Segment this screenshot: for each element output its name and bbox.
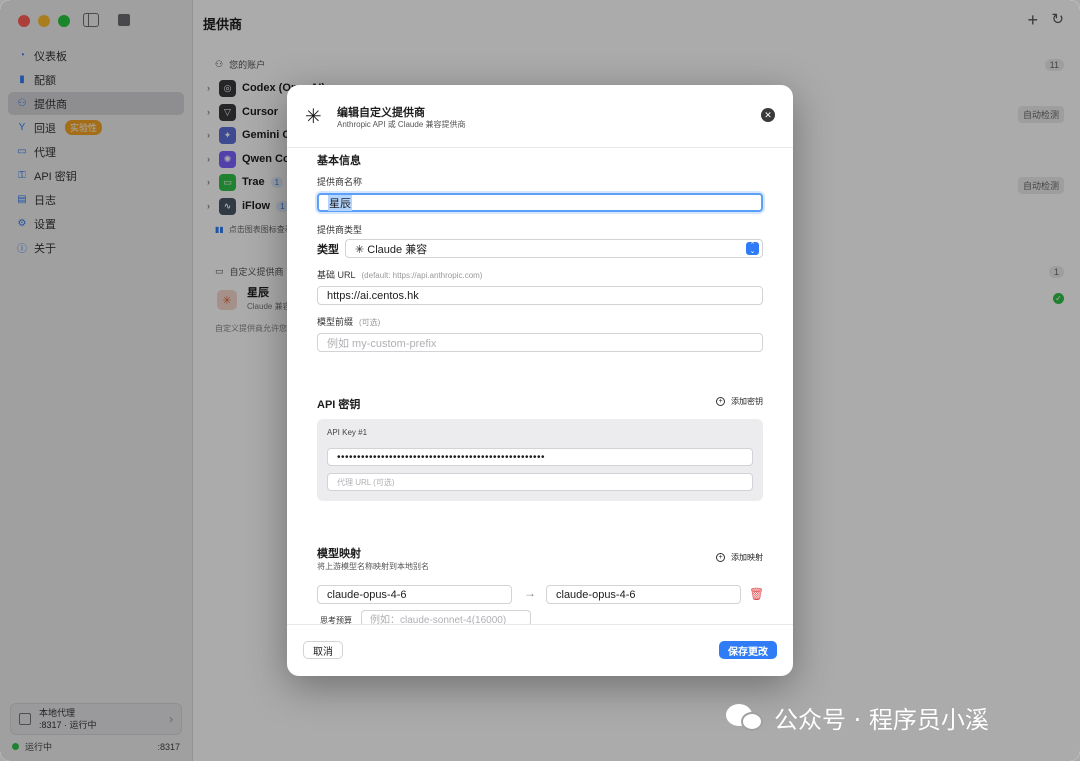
- plus-circle-icon: +: [716, 397, 725, 406]
- type-prefix: 类型: [317, 244, 339, 256]
- provider-type-select[interactable]: ✳ Claude 兼容 ⌃ ⌄: [345, 239, 763, 258]
- mapping-to-input[interactable]: claude-opus-4-6: [546, 585, 741, 604]
- base-url-label: 基础 URL (default: https://api.anthropic.co…: [317, 268, 482, 281]
- thinking-budget-input[interactable]: 例如：claude-sonnet-4(16000): [361, 610, 531, 624]
- add-key-label: 添加密钥: [731, 397, 763, 406]
- api-key-heading: API 密钥: [317, 399, 361, 411]
- dialog-title: 编辑自定义提供商: [337, 107, 425, 119]
- base-url-hint: (default: https://api.anthropic.com): [361, 271, 483, 280]
- prefix-label: 模型前缀 (可选): [317, 315, 380, 328]
- prefix-label-text: 模型前缀: [317, 317, 354, 327]
- provider-name-value: 星辰: [328, 194, 352, 211]
- thinking-budget-label: 思考预算: [320, 616, 352, 624]
- add-key-button[interactable]: + 添加密钥: [716, 396, 763, 407]
- plus-circle-icon: +: [716, 553, 725, 562]
- model-prefix-input[interactable]: 例如 my-custom-prefix: [317, 333, 763, 352]
- type-label: 提供商类型: [317, 225, 363, 235]
- arrow-right-icon: →: [524, 586, 536, 600]
- add-mapping-label: 添加映射: [731, 553, 763, 562]
- proxy-url-input[interactable]: 代理 URL (可选): [327, 473, 753, 491]
- provider-type-value: ✳ Claude 兼容: [355, 243, 428, 256]
- provider-name-input[interactable]: 星辰: [317, 193, 763, 212]
- dialog-subtitle: Anthropic API 或 Claude 兼容提供商: [337, 120, 466, 129]
- chevron-updown-icon: ⌃ ⌄: [746, 242, 759, 255]
- trash-icon[interactable]: 🗑: [749, 587, 764, 601]
- base-url-input[interactable]: https://ai.centos.hk: [317, 286, 763, 305]
- name-label: 提供商名称: [317, 177, 363, 187]
- api-key-label: API Key #1: [327, 428, 368, 437]
- proxy-url-placeholder: 代理 URL (可选): [337, 477, 395, 487]
- sparkle-icon: ✳: [305, 106, 322, 128]
- app-window: ◔ 仪表板 ▮ 配额 ⚇ 提供商 Y 回退 实验性 ▭ 代理 ⚿ API 密钥 ▤ 日志 ⚙ 设置…: [0, 0, 1080, 761]
- edit-provider-dialog: ✳ 编辑自定义提供商 Anthropic API 或 Claude 兼容提供商 …: [287, 85, 793, 676]
- cancel-button[interactable]: 取消: [303, 641, 343, 659]
- divider: [287, 624, 793, 625]
- basic-info-heading: 基本信息: [317, 155, 361, 167]
- base-url-label-text: 基础 URL: [317, 270, 356, 280]
- prefix-hint: (可选): [359, 318, 381, 327]
- dialog-body[interactable]: 基本信息 提供商名称 星辰 提供商类型 类型 ✳ Claude 兼容 ⌃ ⌄ 基础…: [287, 148, 793, 624]
- watermark: 公众号 · 程序员小溪: [726, 700, 989, 735]
- api-key-input[interactable]: ••••••••••••••••••••••••••••••••••••••••…: [327, 448, 753, 466]
- model-mapping-subtitle: 将上游模型名称映射到本地别名: [317, 562, 429, 571]
- api-key-card: API Key #1 •••••••••••••••••••••••••••••…: [317, 419, 763, 501]
- watermark-text: 公众号 · 程序员小溪: [774, 706, 989, 734]
- add-mapping-button[interactable]: + 添加映射: [716, 552, 763, 563]
- mapping-from-input[interactable]: claude-opus-4-6: [317, 585, 512, 604]
- save-button[interactable]: 保存更改: [719, 641, 777, 659]
- close-icon[interactable]: ✕: [761, 108, 775, 122]
- api-key-value: ••••••••••••••••••••••••••••••••••••••••…: [337, 451, 546, 463]
- model-mapping-heading: 模型映射: [317, 548, 361, 560]
- wechat-icon: [726, 702, 766, 734]
